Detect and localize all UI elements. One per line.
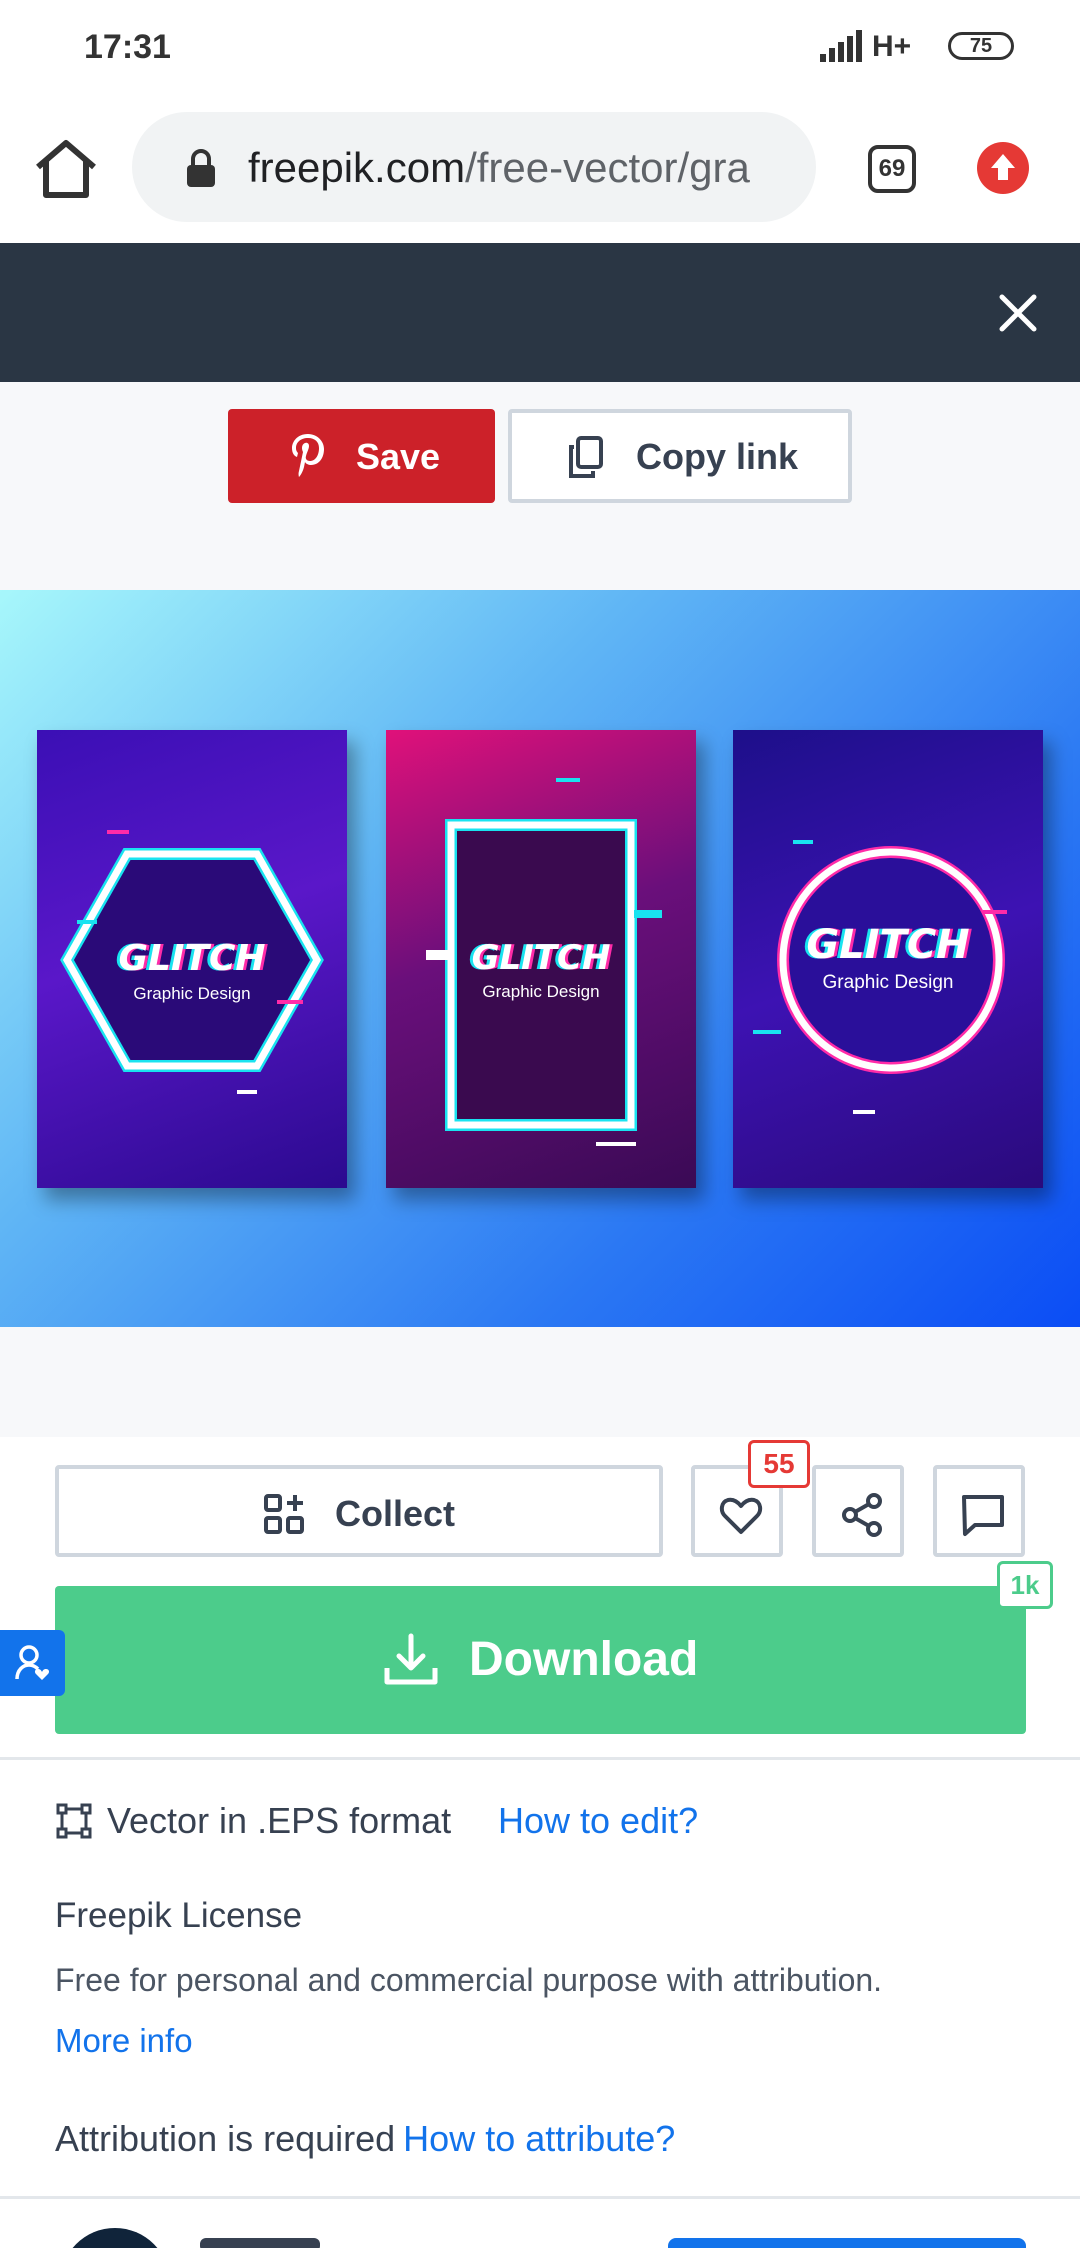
- tab-count-button[interactable]: 69: [868, 145, 916, 193]
- battery-icon: 75: [948, 32, 1014, 60]
- user-heart-icon: [15, 1645, 50, 1680]
- divider: [0, 1757, 1080, 1760]
- download-button[interactable]: Download: [55, 1586, 1026, 1734]
- update-button[interactable]: [977, 142, 1029, 194]
- like-count-badge: 55: [748, 1440, 810, 1488]
- status-time: 17:31: [84, 28, 171, 66]
- download-icon: [384, 1633, 438, 1685]
- url-path: /free-vector/gra: [465, 144, 750, 191]
- share-icon: [842, 1493, 882, 1537]
- poster-circle: GLITCH Graphic Design: [733, 730, 1043, 1188]
- browser-toolbar: freepik.com/free-vector/gra 69: [0, 95, 1080, 243]
- more-info-link[interactable]: More info: [55, 2022, 193, 2060]
- poster-subtitle: Graphic Design: [133, 984, 251, 1003]
- home-icon[interactable]: [32, 137, 100, 201]
- signal-icon: [820, 30, 862, 62]
- divider: [0, 2196, 1080, 2199]
- copy-link-button[interactable]: Copy link: [508, 409, 852, 503]
- close-icon[interactable]: [998, 293, 1038, 333]
- vector-icon: [56, 1803, 92, 1839]
- how-to-attribute-link[interactable]: How to attribute?: [403, 2118, 675, 2159]
- save-label: Save: [356, 436, 441, 477]
- copy-icon: [569, 436, 603, 478]
- comment-button[interactable]: [933, 1465, 1025, 1557]
- follow-button[interactable]: [668, 2238, 1026, 2248]
- poster-hexagon: GLITCH Graphic Design: [37, 730, 347, 1188]
- license-description: Free for personal and commercial purpose…: [55, 1962, 883, 1998]
- download-label: Download: [469, 1633, 699, 1686]
- collect-label: Collect: [335, 1493, 456, 1534]
- attribution-row: Attribution is required How to attribute?: [55, 2118, 675, 2160]
- author-name-placeholder[interactable]: [200, 2238, 320, 2248]
- heart-icon: [719, 1497, 763, 1534]
- poster-title: GLITCH: [118, 938, 266, 979]
- share-section: Save Copy link: [0, 382, 1080, 590]
- collect-button[interactable]: Collect: [55, 1465, 663, 1557]
- url-text: freepik.com/free-vector/gra: [248, 144, 750, 192]
- side-contributor-tab[interactable]: [0, 1630, 65, 1696]
- comment-icon: [962, 1495, 1004, 1536]
- poster-subtitle: Graphic Design: [482, 982, 600, 1001]
- arrow-up-icon: [991, 154, 1015, 180]
- format-text: Vector in .EPS format: [107, 1800, 452, 1841]
- poster-title: GLITCH: [806, 922, 970, 968]
- pinterest-icon: [292, 434, 324, 477]
- download-count-badge: 1k: [997, 1561, 1053, 1609]
- poster-subtitle: Graphic Design: [822, 972, 954, 993]
- collection-add-icon: [264, 1494, 304, 1534]
- preview-image[interactable]: GLITCH Graphic Design GLITCH Graphic Des…: [0, 590, 1080, 1327]
- address-bar[interactable]: freepik.com/free-vector/gra: [132, 112, 816, 222]
- url-host: freepik.com: [248, 144, 466, 191]
- how-to-edit-link[interactable]: How to edit?: [498, 1800, 698, 1842]
- share-button[interactable]: [812, 1465, 904, 1557]
- attribution-text: Attribution is required: [55, 2118, 396, 2159]
- author-avatar[interactable]: [60, 2228, 170, 2248]
- lock-icon: [187, 149, 215, 187]
- network-type: H+: [872, 30, 912, 63]
- poster-title: GLITCH: [471, 938, 611, 978]
- share-banner: [0, 243, 1080, 382]
- status-bar: 17:31 H+ 75: [0, 0, 1080, 95]
- status-icons: H+ 75: [820, 28, 1080, 68]
- license-title: Freepik License: [55, 1896, 303, 1935]
- pinterest-save-button[interactable]: Save: [228, 409, 495, 503]
- poster-rectangle: GLITCH Graphic Design: [386, 730, 696, 1188]
- preview-footer-space: [0, 1327, 1080, 1437]
- copy-link-label: Copy link: [636, 436, 799, 477]
